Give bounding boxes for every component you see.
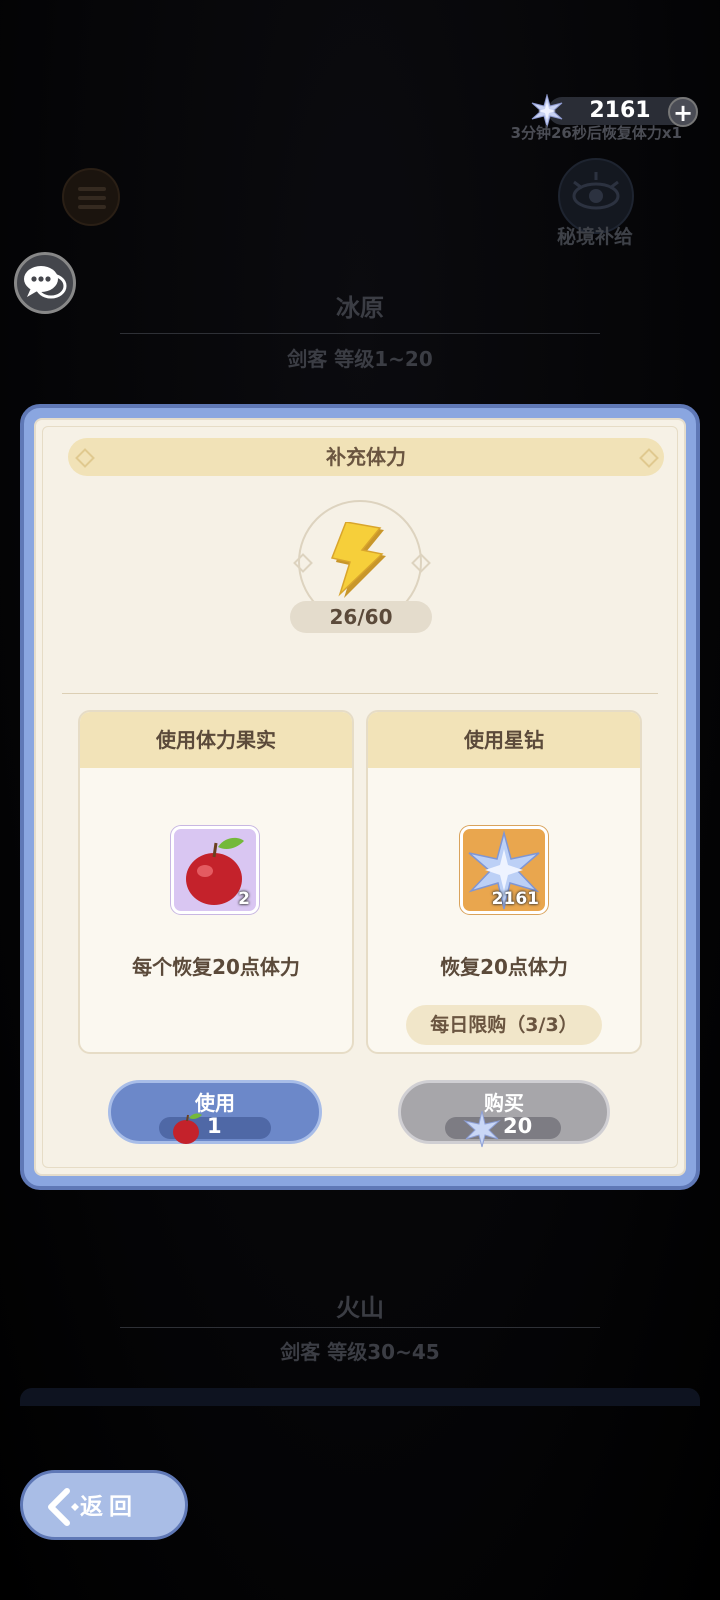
dialog-title: 补充体力 <box>326 445 406 469</box>
use-button-label: 使用 <box>195 1091 235 1115</box>
star-gem-icon <box>463 1110 501 1148</box>
stamina-value: 26/60 <box>329 605 393 629</box>
zone-divider <box>120 333 600 334</box>
fruit-option-description: 每个恢复20点体力 <box>132 955 300 979</box>
gem-item-count: 2161 <box>491 889 539 909</box>
zone-divider <box>120 1327 600 1328</box>
zone-title: 火山 <box>336 1294 384 1322</box>
zone-card-edge <box>20 1388 700 1406</box>
lightning-icon <box>328 521 392 600</box>
back-label: 返回 <box>80 1494 138 1520</box>
use-count: 1 <box>207 1114 222 1138</box>
gem-option-description: 恢复20点体力 <box>440 955 568 979</box>
fruit-item-slot: 2 <box>171 826 259 914</box>
zone-requirement: 剑客 等级30~45 <box>280 1340 440 1364</box>
secret-supply-label: 秘境补给 <box>556 226 633 248</box>
use-fruit-button[interactable]: 使用 1 <box>108 1080 322 1144</box>
buy-cost: 20 <box>503 1114 533 1138</box>
gem-item-slot: 2161 <box>460 826 548 914</box>
chat-button[interactable] <box>14 252 76 314</box>
stamina-recover-timer: 3分钟26秒后恢复体力x1 <box>510 124 682 142</box>
gem-option-title: 使用星钻 <box>368 712 640 768</box>
buy-stamina-button[interactable]: 购买 20 <box>398 1080 610 1148</box>
section-divider <box>62 693 658 694</box>
gem-count: 2161 <box>589 98 651 123</box>
buy-button-label: 购买 <box>484 1091 524 1115</box>
fruit-option-title: 使用体力果实 <box>80 712 352 768</box>
apple-icon <box>173 1113 202 1144</box>
fruit-item-count: 2 <box>238 889 250 909</box>
daily-limit-badge: 每日限购（3/3） <box>406 1005 602 1045</box>
zone-title: 冰原 <box>336 294 384 322</box>
chat-bubbles-icon <box>24 266 67 299</box>
menu-button[interactable] <box>62 168 120 226</box>
zone-requirement: 剑客 等级1~20 <box>287 347 433 371</box>
back-arrow-icon <box>48 1488 79 1526</box>
